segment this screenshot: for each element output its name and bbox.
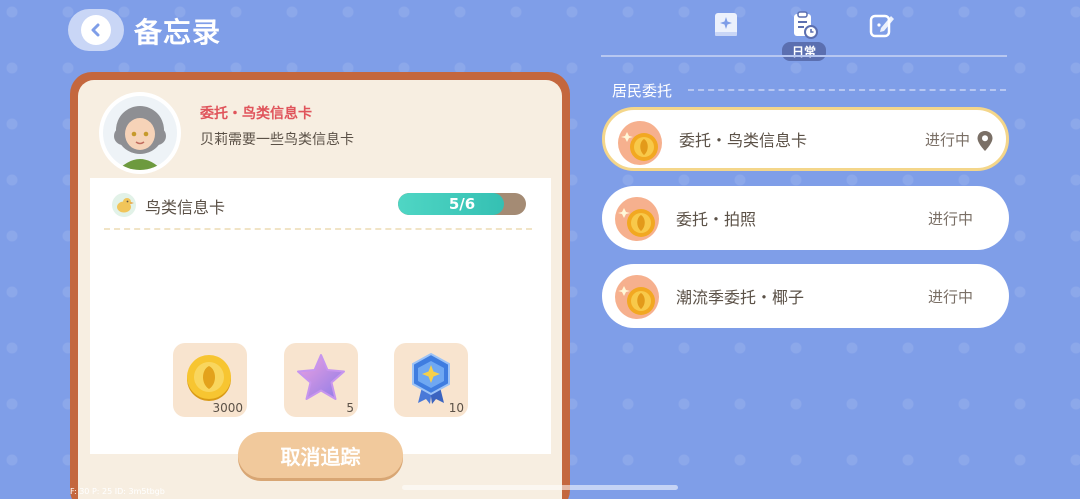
tab-daily[interactable]: 日常 [778,10,830,66]
progress-text: 5/6 [448,195,476,213]
page-title: 备忘录 [134,16,222,49]
back-button[interactable] [68,9,124,51]
reward-slot[interactable]: 10 [394,343,468,417]
tab-edit[interactable] [856,10,908,66]
commission-coin-icon [618,121,662,165]
back-arrow-icon [81,15,111,45]
tab-daily-label: 日常 [781,42,826,61]
npc-avatar [99,92,181,174]
reward-count: 10 [448,401,464,415]
bird-card-icon [112,193,136,217]
cancel-tracking-button[interactable]: 取消追踪 [238,432,403,478]
reward-count: 3000 [212,401,243,415]
task-status: 进行中 [924,130,970,149]
quest-title: 委托・鸟类信息卡 [200,106,312,122]
task-item-bird-card[interactable]: 委托・鸟类信息卡 进行中 [602,107,1009,171]
home-indicator[interactable] [402,485,678,490]
gold-coin-icon [187,355,231,401]
quest-description: 贝莉需要一些鸟类信息卡 [200,132,354,148]
section-divider [688,89,1006,91]
commission-coin-icon [615,197,659,241]
location-pin-icon[interactable] [976,130,994,152]
task-name: 委托・鸟类信息卡 [679,131,808,150]
objective-divider [104,228,532,230]
task-item-photo[interactable]: 委托・拍照 进行中 [602,186,1009,250]
edit-note-icon [869,14,894,38]
objective-label: 鸟类信息卡 [145,198,226,217]
task-status: 进行中 [927,209,973,228]
tab-handbook[interactable] [700,10,752,66]
task-item-coconut[interactable]: 潮流季委托・椰子 进行中 [602,264,1009,328]
objective-progress-bar: 5/6 [398,193,526,215]
commission-coin-icon [615,275,659,319]
blue-badge-icon [412,352,450,404]
reward-slot[interactable]: 5 [284,343,358,417]
clipboard-clock-icon [794,11,818,39]
purple-star-icon [297,354,345,400]
tabs-divider [601,55,1007,57]
book-sparkle-icon [715,13,737,36]
section-title: 居民委托 [612,82,673,100]
task-name: 委托・拍照 [676,210,757,229]
task-name: 潮流季委托・椰子 [676,288,805,307]
reward-count: 5 [346,401,354,415]
category-tabs: 日常 [700,10,920,66]
task-status: 进行中 [927,287,973,306]
reward-slot[interactable]: 3000 [173,343,247,417]
debug-overlay-text: F: 30 P: 25 ID: 3m5tbgb [70,487,165,496]
